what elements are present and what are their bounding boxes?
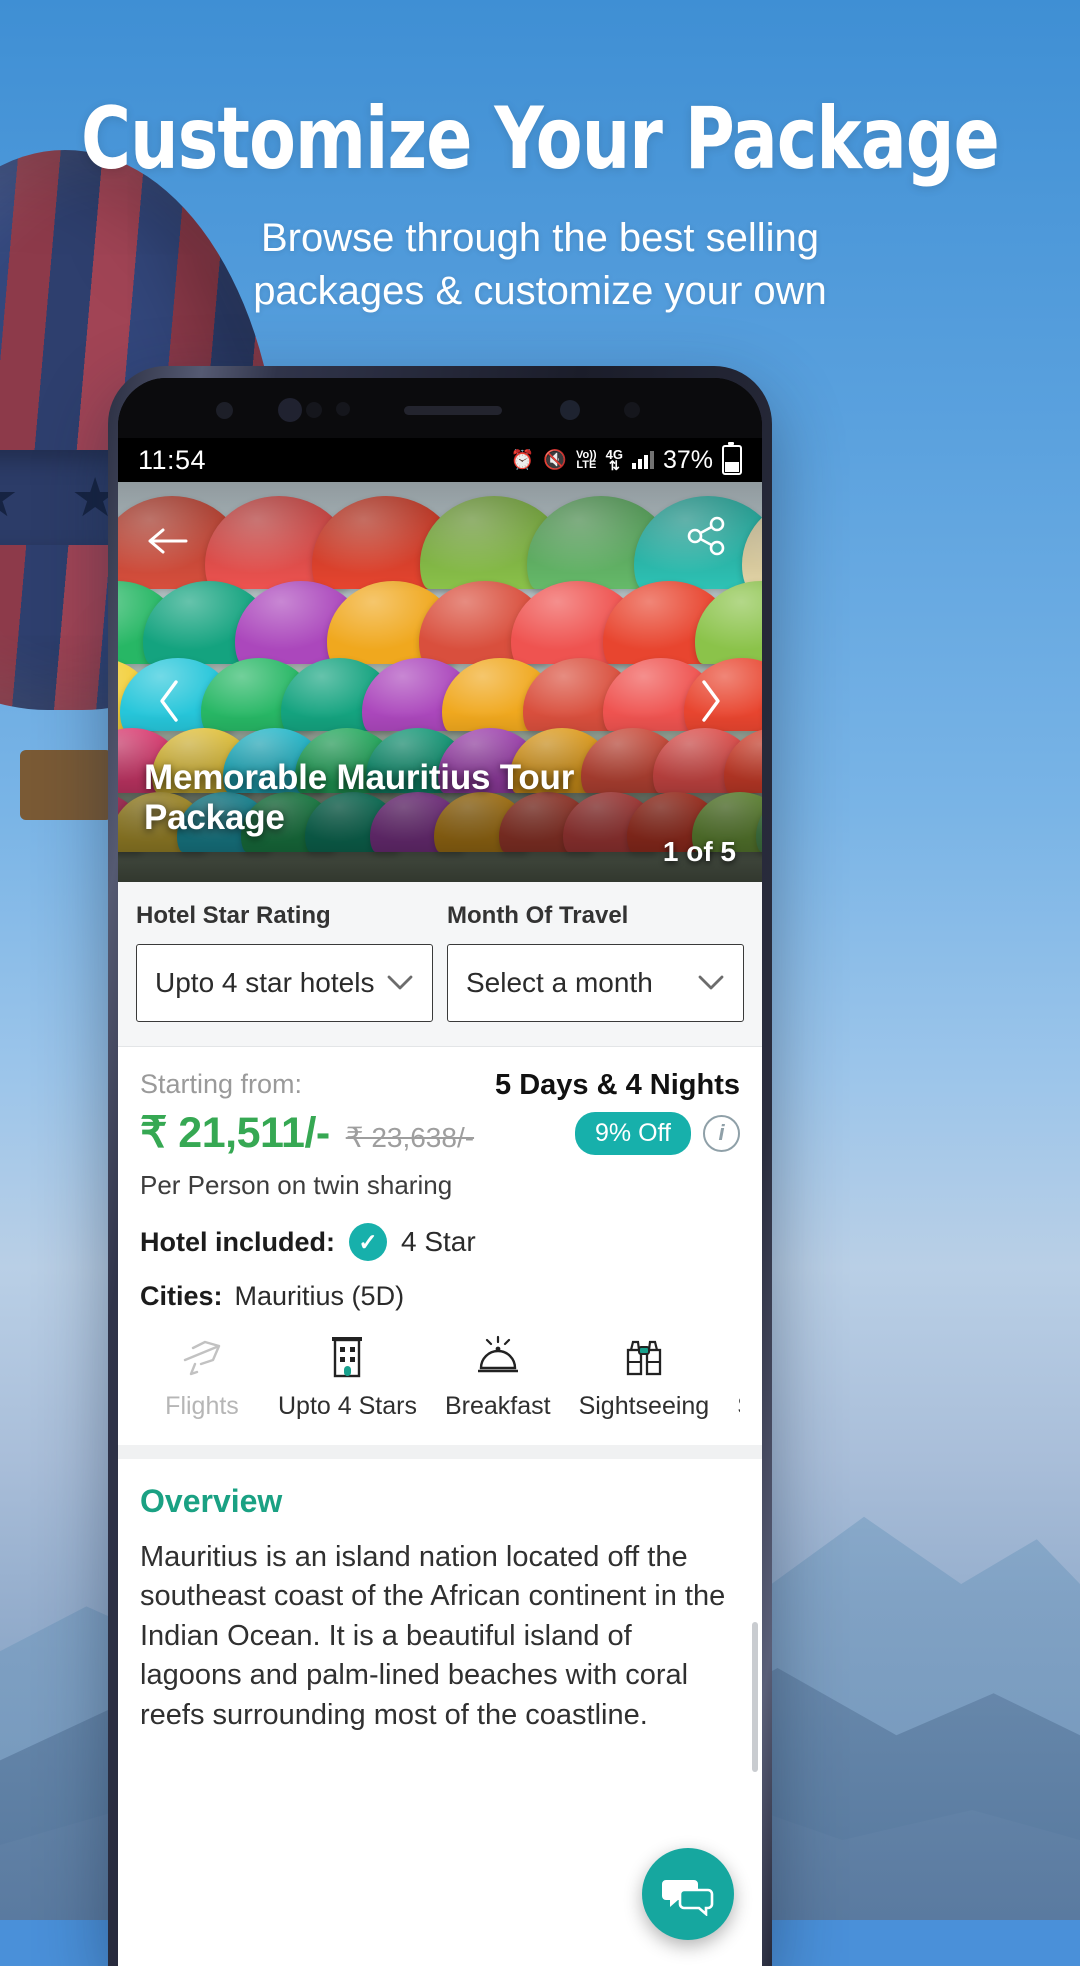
amenity-label: Stay Included [737,1392,740,1421]
hotel-included-value: 4 Star [401,1226,476,1257]
filter-bar: Hotel Star Rating Upto 4 star hotels Mon… [118,882,762,1047]
month-of-travel-select[interactable]: Select a month [447,944,744,1022]
price-summary-card: Starting from: 5 Days & 4 Nights ₹ 21,51… [118,1047,762,1445]
chat-support-button[interactable] [642,1848,734,1940]
sensor-icon [624,402,640,418]
hotel-included-row: Hotel included: ✓ 4 Star [140,1223,740,1261]
binoculars-icon [621,1332,667,1382]
balloon-basket [20,750,112,820]
chevron-left-icon [160,680,178,722]
amenity-stay-included[interactable]: Stay Included [723,1332,740,1421]
amenity-label: Sightseeing [578,1392,710,1420]
price-header-row: Starting from: 5 Days & 4 Nights [140,1069,740,1102]
promo-subheadline: Browse through the best selling packages… [0,212,1080,318]
cities-row: Cities: Mauritius (5D) [140,1281,740,1312]
month-of-travel-filter: Month Of Travel Select a month [447,902,744,1022]
battery-percent-label: 37% [662,445,713,474]
front-camera-icon [278,398,302,422]
back-arrow-icon [148,528,188,554]
scrollbar[interactable] [752,1622,758,1772]
amenity-breakfast[interactable]: Breakfast [431,1332,565,1421]
current-price: ₹ 21,511/- [140,1109,330,1157]
chat-bubbles-icon [662,1880,714,1916]
amenity-label: Breakfast [444,1392,551,1420]
alarm-icon: ⏰ [510,449,535,471]
promo-subheadline-line-1: Browse through the best selling [260,216,820,260]
month-of-travel-value: Select a month [466,967,653,998]
status-bar-icons: ⏰ 🔇 Vo)) LTE 4G ⇅ 37% [510,442,742,475]
per-person-note: Per Person on twin sharing [140,1170,453,1200]
food-cloche-icon [474,1332,522,1382]
info-icon[interactable]: i [703,1114,740,1152]
phone-top-bezel [118,378,762,438]
carousel-next-button[interactable] [688,678,734,724]
discount-group: 9% Off i [575,1111,740,1155]
sensor-icon [216,402,233,419]
section-divider [118,1445,762,1459]
share-icon [687,516,725,556]
phone-screen: 11:54 ⏰ 🔇 Vo)) LTE 4G ⇅ 37% Memorable Ma… [118,378,762,1966]
discount-badge: 9% Off [575,1111,691,1155]
promo-headline: Customize Your Package [81,89,1000,189]
price-amount-row: ₹ 21,511/- ₹ 23,638/- 9% Off i [140,1108,740,1158]
amenities-row[interactable]: Flights Upto 4 Stars Breakfast Sightseei… [140,1332,740,1439]
package-hero-carousel[interactable]: Memorable Mauritius Tour Package 1 of 5 [118,482,762,882]
hotel-star-rating-filter: Hotel Star Rating Upto 4 star hotels [136,902,433,1022]
carousel-counter: 1 of 5 [662,836,736,867]
amenity-flights[interactable]: Flights [140,1332,264,1421]
volte-indicator: Vo)) LTE [576,449,597,471]
sensor-icon [336,402,350,416]
package-title: Memorable Mauritius Tour Package [144,758,575,837]
hotel-star-rating-label: Hotel Star Rating [136,902,331,929]
status-bar: 11:54 ⏰ 🔇 Vo)) LTE 4G ⇅ 37% [118,438,762,482]
hotel-star-rating-select[interactable]: Upto 4 star hotels [136,944,433,1022]
cities-value: Mauritius (5D) [234,1281,405,1311]
battery-icon [722,442,742,475]
carousel-prev-button[interactable] [146,678,192,724]
sensor-icon [306,402,322,418]
hotel-included-label: Hotel included: [140,1226,335,1257]
chevron-right-icon [702,680,720,722]
app-screen: Memorable Mauritius Tour Package 1 of 5 … [118,482,762,1966]
signal-bars-icon [631,451,654,469]
promo-subheadline-line-2: packages & customize your own [253,268,827,313]
earpiece-speaker [404,406,502,415]
chevron-down-icon [386,967,414,999]
overview-title: Overview [140,1483,283,1519]
hotel-building-icon [326,1332,368,1382]
cities-label: Cities: [140,1281,223,1311]
phone-mockup: 11:54 ⏰ 🔇 Vo)) LTE 4G ⇅ 37% Memorable Ma… [108,366,772,1966]
amenity-sightseeing[interactable]: Sightseeing [565,1332,724,1421]
original-price: ₹ 23,638/- [345,1122,475,1153]
starting-from-label: Starting from: [140,1069,303,1099]
star-icon: ★ [0,471,19,525]
check-circle-icon: ✓ [349,1223,387,1261]
status-bar-time: 11:54 [138,444,207,475]
hero-top-scrim [118,482,762,592]
plane-icon [179,1332,225,1382]
price-values: ₹ 21,511/- ₹ 23,638/- [140,1108,474,1158]
amenity-hotel-stars[interactable]: Upto 4 Stars [264,1332,431,1421]
month-of-travel-label: Month Of Travel [447,902,629,929]
hotel-star-rating-value: Upto 4 star hotels [155,967,375,998]
amenity-label: Flights [165,1392,239,1420]
overview-section: Overview Mauritius is an island nation l… [118,1459,762,1736]
share-button[interactable] [680,510,732,562]
amenity-label: Upto 4 Stars [278,1392,417,1420]
chevron-down-icon [697,967,725,999]
back-button[interactable] [146,518,192,564]
overview-body: Mauritius is an island nation located of… [140,1541,726,1731]
network-type-indicator: 4G ⇅ [605,447,623,473]
trip-duration: 5 Days & 4 Nights [495,1069,740,1101]
iris-scanner-icon [560,400,580,420]
mute-icon: 🔇 [543,449,568,471]
